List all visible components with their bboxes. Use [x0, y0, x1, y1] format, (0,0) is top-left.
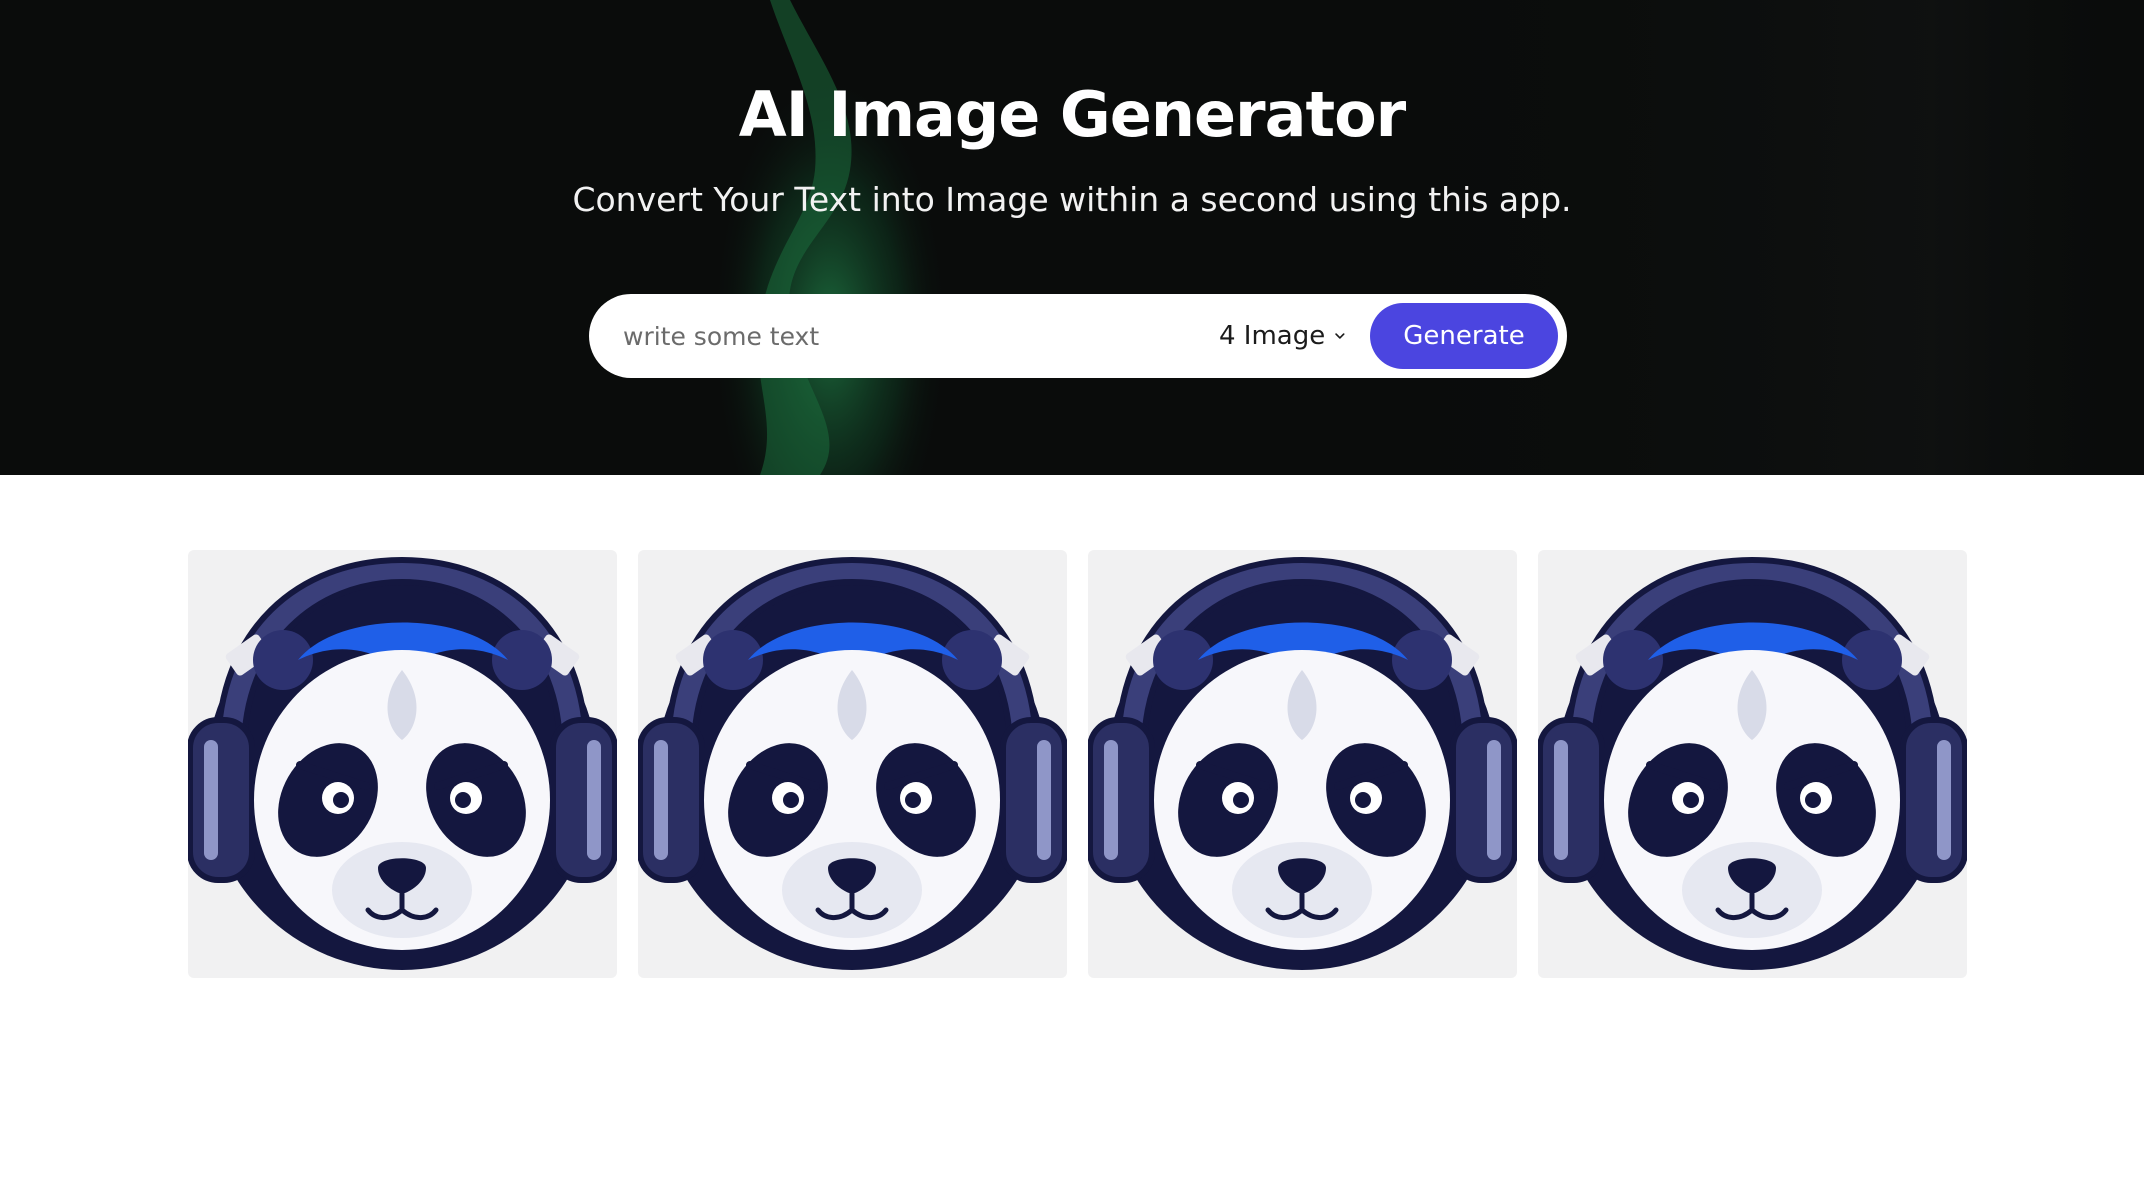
- panda-headphones-image: [1088, 556, 1517, 970]
- panda-headphones-image: [1538, 556, 1967, 970]
- chevron-down-icon: [1335, 333, 1345, 339]
- hero-banner: AI Image Generator Convert Your Text int…: [0, 0, 2144, 475]
- panda-headphones-image: [188, 556, 617, 970]
- generate-button[interactable]: Generate: [1370, 303, 1558, 369]
- page-title: AI Image Generator: [738, 78, 1407, 151]
- page-subtitle: Convert Your Text into Image within a se…: [572, 180, 1572, 219]
- generated-image-card[interactable]: [638, 550, 1067, 978]
- image-gallery: [188, 550, 1968, 978]
- generated-image-card[interactable]: [1088, 550, 1517, 978]
- generated-image-card[interactable]: [1538, 550, 1967, 978]
- image-count-value: 4 Image: [1219, 321, 1326, 351]
- prompt-bar: 4 Image Generate: [589, 294, 1567, 378]
- generated-image-card[interactable]: [188, 550, 617, 978]
- image-count-select[interactable]: 4 Image: [1219, 314, 1347, 358]
- hero-background-image: [0, 0, 2144, 475]
- panda-headphones-image: [638, 556, 1067, 970]
